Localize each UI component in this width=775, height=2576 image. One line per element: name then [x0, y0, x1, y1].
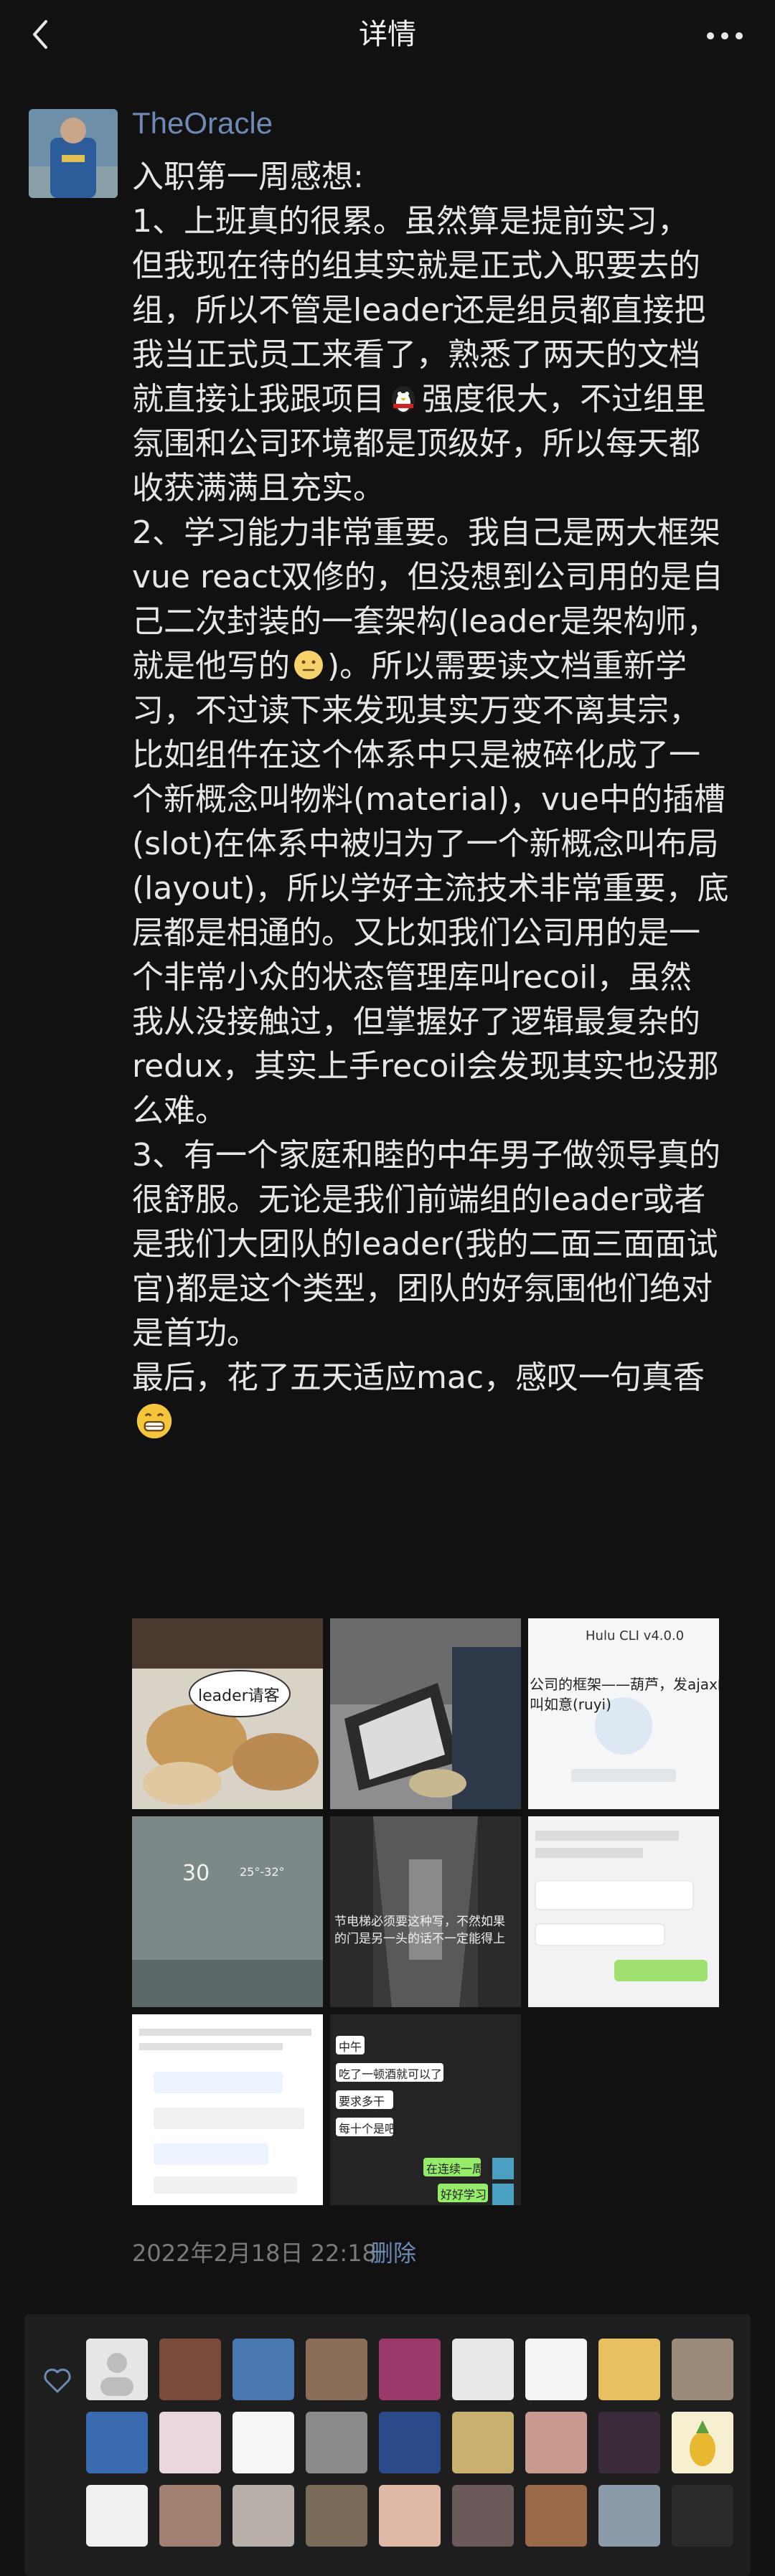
liker-avatar[interactable] — [159, 2485, 221, 2547]
image-grid: leader请客 Hulu CLI v4.0.0 公司的框架——葫芦，发ajax… — [132, 1618, 720, 2207]
content-line: 入职第一周感想: — [132, 159, 364, 195]
penguin-emoji-icon — [392, 386, 415, 413]
chat-message: 每十个是吧 — [339, 2122, 397, 2136]
photo-thumbnail[interactable]: 30 25°-32° — [132, 1816, 323, 2007]
liker-avatar[interactable] — [159, 2339, 221, 2400]
content-line: 就是他写的 — [132, 648, 290, 684]
content-line: 强度很大，不过组里 — [422, 381, 706, 417]
content-line: 2、学习能力非常重要。我自己是两大框架 — [132, 514, 720, 551]
screenshot-thumbnail[interactable] — [528, 1816, 719, 2007]
liker-avatar[interactable] — [452, 2485, 514, 2547]
likes-panel — [24, 2314, 751, 2576]
content-line: 我从没接触过，但掌握好了逻辑最复杂的 — [132, 1004, 700, 1040]
chat-message: 吃了一顿酒就可以了 — [339, 2067, 443, 2081]
content-line: 比如组件在这个体系中只是被碎化成了一 — [132, 737, 700, 773]
heart-outline-icon — [44, 2368, 71, 2393]
content-line: 但我现在待的组其实就是正式入职要去的 — [132, 247, 700, 284]
photo-caption: 叫如意(ruyi) — [530, 1696, 611, 1713]
liker-avatar[interactable] — [86, 2412, 148, 2473]
liker-avatar[interactable] — [672, 2485, 733, 2547]
liker-avatar[interactable] — [598, 2412, 660, 2473]
content-line: 官)都是这个类型，团队的好氛围他们绝对 — [132, 1270, 713, 1307]
chat-screenshot-thumbnail[interactable]: 中午 吃了一顿酒就可以了 要求多干 每十个是吧 在连续一周 好好学习 — [330, 2014, 521, 2205]
grin-emoji-icon — [136, 1403, 172, 1439]
more-dots-icon — [707, 32, 743, 39]
liker-avatar[interactable] — [306, 2412, 367, 2473]
liker-avatar[interactable] — [379, 2485, 441, 2547]
screenshot-thumbnail[interactable] — [132, 2014, 323, 2205]
content-line: 组，所以不管是leader还是组员都直接把 — [132, 292, 706, 329]
content-line: 收获满满且充实。 — [132, 470, 385, 506]
photo-thumbnail[interactable]: 节电梯必须要这种写，不然如果 的门是另一头的话不一定能得上 — [330, 1816, 521, 2007]
liker-avatar[interactable] — [672, 2339, 733, 2400]
content-line: )。所以需要读文档重新学 — [327, 648, 687, 684]
photo-caption: Hulu CLI v4.0.0 — [586, 1628, 685, 1643]
liker-avatar[interactable] — [525, 2339, 587, 2400]
more-button[interactable] — [703, 22, 746, 50]
liker-avatar[interactable] — [452, 2339, 514, 2400]
content-line: 氛围和公司环境都是顶级好，所以每天都 — [132, 425, 700, 462]
liker-avatar[interactable] — [525, 2485, 587, 2547]
content-line: redux，其实上手recoil会发现其实也没那 — [132, 1048, 719, 1085]
content-line: 很舒服。无论是我们前端组的leader或者 — [132, 1181, 706, 1218]
photo-caption: 节电梯必须要这种写，不然如果 — [334, 1915, 505, 1929]
content-line: 己二次封装的一套架构(leader是架构师， — [132, 603, 718, 640]
liker-avatar[interactable] — [232, 2485, 294, 2547]
liker-avatar[interactable] — [159, 2412, 221, 2473]
liker-avatar[interactable] — [672, 2412, 733, 2473]
photo-caption: 25°-32° — [240, 1865, 285, 1879]
liker-avatar[interactable] — [306, 2339, 367, 2400]
awkward-face-emoji-icon — [294, 651, 323, 679]
content-line: 习，不过读下来发现其实万变不离其宗， — [132, 692, 700, 729]
content-line: 最后，花了五天适应mac，感叹一句真香 — [132, 1359, 705, 1396]
photo-caption: 的门是另一头的话不一定能得上 — [334, 1932, 505, 1946]
content-line: 个新概念叫物料(material)，vue中的插槽 — [132, 781, 725, 818]
photo-thumbnail[interactable]: leader请客 — [132, 1618, 323, 1809]
screenshot-thumbnail[interactable]: Hulu CLI v4.0.0 公司的框架——葫芦，发ajax的方 叫如意(ru… — [528, 1618, 719, 1809]
liker-avatar[interactable] — [598, 2485, 660, 2547]
content-line: 就直接让我跟项目 — [132, 381, 385, 417]
photo-caption: 30 — [182, 1861, 210, 1886]
delete-link[interactable]: 删除 — [370, 2235, 416, 2268]
liker-avatar[interactable] — [232, 2412, 294, 2473]
author-name[interactable]: TheOracle — [132, 106, 273, 141]
content-line: (layout)，所以学好主流技术非常重要，底 — [132, 870, 729, 907]
liker-avatar[interactable] — [232, 2339, 294, 2400]
content-line: 么难。 — [132, 1093, 227, 1129]
liker-avatar[interactable] — [379, 2412, 441, 2473]
chat-message: 中午 — [339, 2040, 362, 2054]
page-title: 详情 — [359, 18, 416, 51]
chat-message: 在连续一周 — [426, 2162, 484, 2176]
moment-post: TheOracle 入职第一周感想: 1、上班真的很累。虽然算是提前实习， 但我… — [0, 69, 775, 2314]
liker-avatar[interactable] — [525, 2412, 587, 2473]
liker-avatar[interactable] — [379, 2339, 441, 2400]
content-line: 3、有一个家庭和睦的中年男子做领导真的 — [132, 1137, 720, 1174]
chat-message: 要求多干 — [339, 2095, 385, 2108]
photo-thumbnail[interactable] — [330, 1618, 521, 1809]
photo-caption: 公司的框架——葫芦，发ajax的方 — [530, 1676, 719, 1693]
content-line: (slot)在体系中被归为了一个新概念叫布局 — [132, 826, 719, 862]
liker-avatar[interactable] — [86, 2485, 148, 2547]
top-bar: 详情 — [0, 0, 775, 69]
chat-message: 好好学习 — [441, 2188, 487, 2202]
liker-avatar[interactable] — [86, 2339, 148, 2400]
post-timestamp: 2022年2月18日 22:18 — [132, 2240, 377, 2267]
author-avatar[interactable] — [29, 109, 118, 198]
content-line: vue react双修的，但没想到公司用的是自 — [132, 559, 723, 595]
content-line: 1、上班真的很累。虽然算是提前实习， — [132, 203, 689, 240]
post-content: 入职第一周感想: 1、上班真的很累。虽然算是提前实习， 但我现在待的组其实就是正… — [132, 155, 749, 1448]
content-line: 个非常小众的状态管理库叫recoil，虽然 — [132, 959, 692, 996]
content-line: 我当正式员工来看了，熟悉了两天的文档 — [132, 336, 700, 373]
content-line: 是我们大团队的leader(我的二面三面面试 — [132, 1226, 718, 1263]
photo-caption: leader请客 — [198, 1687, 280, 1705]
content-line: 是首功。 — [132, 1315, 258, 1351]
liker-avatar[interactable] — [598, 2339, 660, 2400]
liker-avatar[interactable] — [306, 2485, 367, 2547]
liker-avatar[interactable] — [452, 2412, 514, 2473]
content-line: 层都是相通的。又比如我们公司用的是一 — [132, 915, 700, 951]
